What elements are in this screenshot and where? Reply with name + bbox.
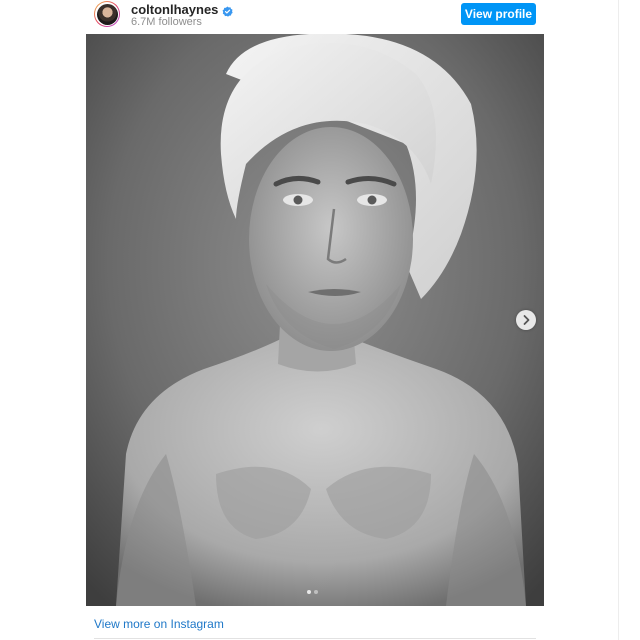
chevron-right-icon bbox=[523, 315, 530, 325]
avatar-photo bbox=[96, 3, 118, 25]
post-header: coltonlhaynes 6.7M followers View profil… bbox=[86, 0, 544, 34]
carousel-indicator bbox=[307, 590, 318, 594]
footer-divider bbox=[94, 638, 536, 639]
view-more-on-instagram-link[interactable]: View more on Instagram bbox=[94, 617, 224, 631]
avatar-ring bbox=[95, 2, 119, 26]
page: coltonlhaynes 6.7M followers View profil… bbox=[0, 0, 640, 640]
right-iris bbox=[367, 195, 377, 205]
carousel-next-button[interactable] bbox=[516, 310, 536, 330]
post-photo[interactable] bbox=[86, 34, 544, 606]
page-edge-rule bbox=[618, 0, 619, 640]
photo-illustration bbox=[86, 34, 544, 606]
username-row: coltonlhaynes bbox=[131, 2, 234, 17]
view-profile-button[interactable]: View profile bbox=[461, 3, 536, 25]
carousel-dot bbox=[314, 590, 318, 594]
instagram-embed: coltonlhaynes 6.7M followers View profil… bbox=[86, 0, 544, 640]
verified-badge-icon bbox=[222, 4, 234, 17]
follower-count: 6.7M followers bbox=[131, 16, 202, 28]
profile-avatar[interactable] bbox=[94, 1, 120, 27]
username[interactable]: coltonlhaynes bbox=[131, 2, 218, 17]
carousel-dot-active bbox=[307, 590, 311, 594]
left-iris bbox=[293, 195, 303, 205]
